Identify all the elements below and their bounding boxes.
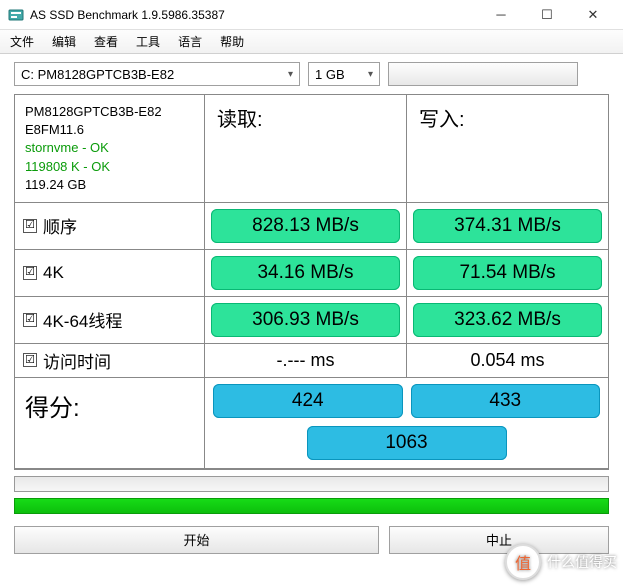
start-button[interactable]: 开始 [14,526,379,554]
k4-label-cell: ☑ 4K [15,250,205,296]
k4-read: 34.16 MB/s [211,256,400,290]
watermark-icon: 值 [505,544,541,580]
seq-label-cell: ☑ 顺序 [15,203,205,249]
acc-read: -.--- ms [277,350,335,371]
seq-read: 828.13 MB/s [211,209,400,243]
info-alignment: 119808 K - OK [25,158,110,176]
k4-write: 71.54 MB/s [413,256,602,290]
drive-select[interactable]: C: PM8128GPTCB3B-E82 ▾ [14,62,300,86]
k464-read: 306.93 MB/s [211,303,400,337]
row-access: ☑ 访问时间 -.--- ms 0.054 ms [15,344,608,378]
toolbar: C: PM8128GPTCB3B-E82 ▾ 1 GB ▾ [0,54,623,94]
menu-tools[interactable]: 工具 [136,33,160,50]
drive-value: C: PM8128GPTCB3B-E82 [21,67,174,82]
acc-write-cell: 0.054 ms [407,344,608,377]
drive-info: PM8128GPTCB3B-E82 E8FM11.6 stornvme - OK… [15,95,205,202]
k464-label: 4K-64线程 [43,307,122,332]
size-select[interactable]: 1 GB ▾ [308,62,380,86]
k4-read-cell: 34.16 MB/s [205,250,407,296]
k464-checkbox[interactable]: ☑ [23,313,37,327]
menu-edit[interactable]: 编辑 [52,33,76,50]
info-firmware: E8FM11.6 [25,121,84,139]
acc-label: 访问时间 [43,348,111,373]
score-total: 1063 [307,426,507,460]
seq-write-cell: 374.31 MB/s [407,203,608,249]
k464-label-cell: ☑ 4K-64线程 [15,297,205,343]
close-button[interactable]: ✕ [571,1,615,29]
size-value: 1 GB [315,67,345,82]
k464-write-cell: 323.62 MB/s [407,297,608,343]
app-icon [8,7,24,23]
row-4k: ☑ 4K 34.16 MB/s 71.54 MB/s [15,250,608,297]
score-write: 433 [411,384,601,418]
row-score: 得分: 424 433 1063 [15,378,608,469]
watermark: 值 什么值得买 [505,544,617,580]
titlebar: AS SSD Benchmark 1.9.5986.35387 ─ ☐ ✕ [0,0,623,30]
seq-label: 顺序 [43,213,77,238]
row-4k64: ☑ 4K-64线程 306.93 MB/s 323.62 MB/s [15,297,608,344]
info-capacity: 119.24 GB [25,176,86,194]
col-write-header: 写入: [407,95,608,202]
seq-write: 374.31 MB/s [413,209,602,243]
k4-label: 4K [43,263,64,283]
k464-write: 323.62 MB/s [413,303,602,337]
k4-checkbox[interactable]: ☑ [23,266,37,280]
menu-help[interactable]: 帮助 [220,33,244,50]
menubar: 文件 编辑 查看 工具 语言 帮助 [0,30,623,54]
progress-bar-2 [14,498,609,514]
info-driver: stornvme - OK [25,139,109,157]
seq-checkbox[interactable]: ☑ [23,219,37,233]
window-title: AS SSD Benchmark 1.9.5986.35387 [30,8,479,22]
window-controls: ─ ☐ ✕ [479,1,615,29]
header-row: PM8128GPTCB3B-E82 E8FM11.6 stornvme - OK… [15,95,608,203]
menu-file[interactable]: 文件 [10,33,34,50]
maximize-button[interactable]: ☐ [525,1,569,29]
chevron-down-icon: ▾ [288,69,293,80]
score-label: 得分: [15,378,205,468]
watermark-text: 什么值得买 [547,552,617,572]
info-model: PM8128GPTCB3B-E82 [25,103,162,121]
results-table: PM8128GPTCB3B-E82 E8FM11.6 stornvme - OK… [14,94,609,470]
acc-write: 0.054 ms [470,350,544,371]
chevron-down-icon: ▾ [368,69,373,80]
score-values: 424 433 1063 [205,378,608,468]
k464-read-cell: 306.93 MB/s [205,297,407,343]
acc-checkbox[interactable]: ☑ [23,353,37,367]
k4-write-cell: 71.54 MB/s [407,250,608,296]
col-read-header: 读取: [205,95,407,202]
menu-language[interactable]: 语言 [178,33,202,50]
menu-view[interactable]: 查看 [94,33,118,50]
acc-read-cell: -.--- ms [205,344,407,377]
score-read: 424 [213,384,403,418]
toolbar-spacer-button[interactable] [388,62,578,86]
minimize-button[interactable]: ─ [479,1,523,29]
acc-label-cell: ☑ 访问时间 [15,344,205,377]
progress-bar-1 [14,476,609,492]
row-seq: ☑ 顺序 828.13 MB/s 374.31 MB/s [15,203,608,250]
seq-read-cell: 828.13 MB/s [205,203,407,249]
